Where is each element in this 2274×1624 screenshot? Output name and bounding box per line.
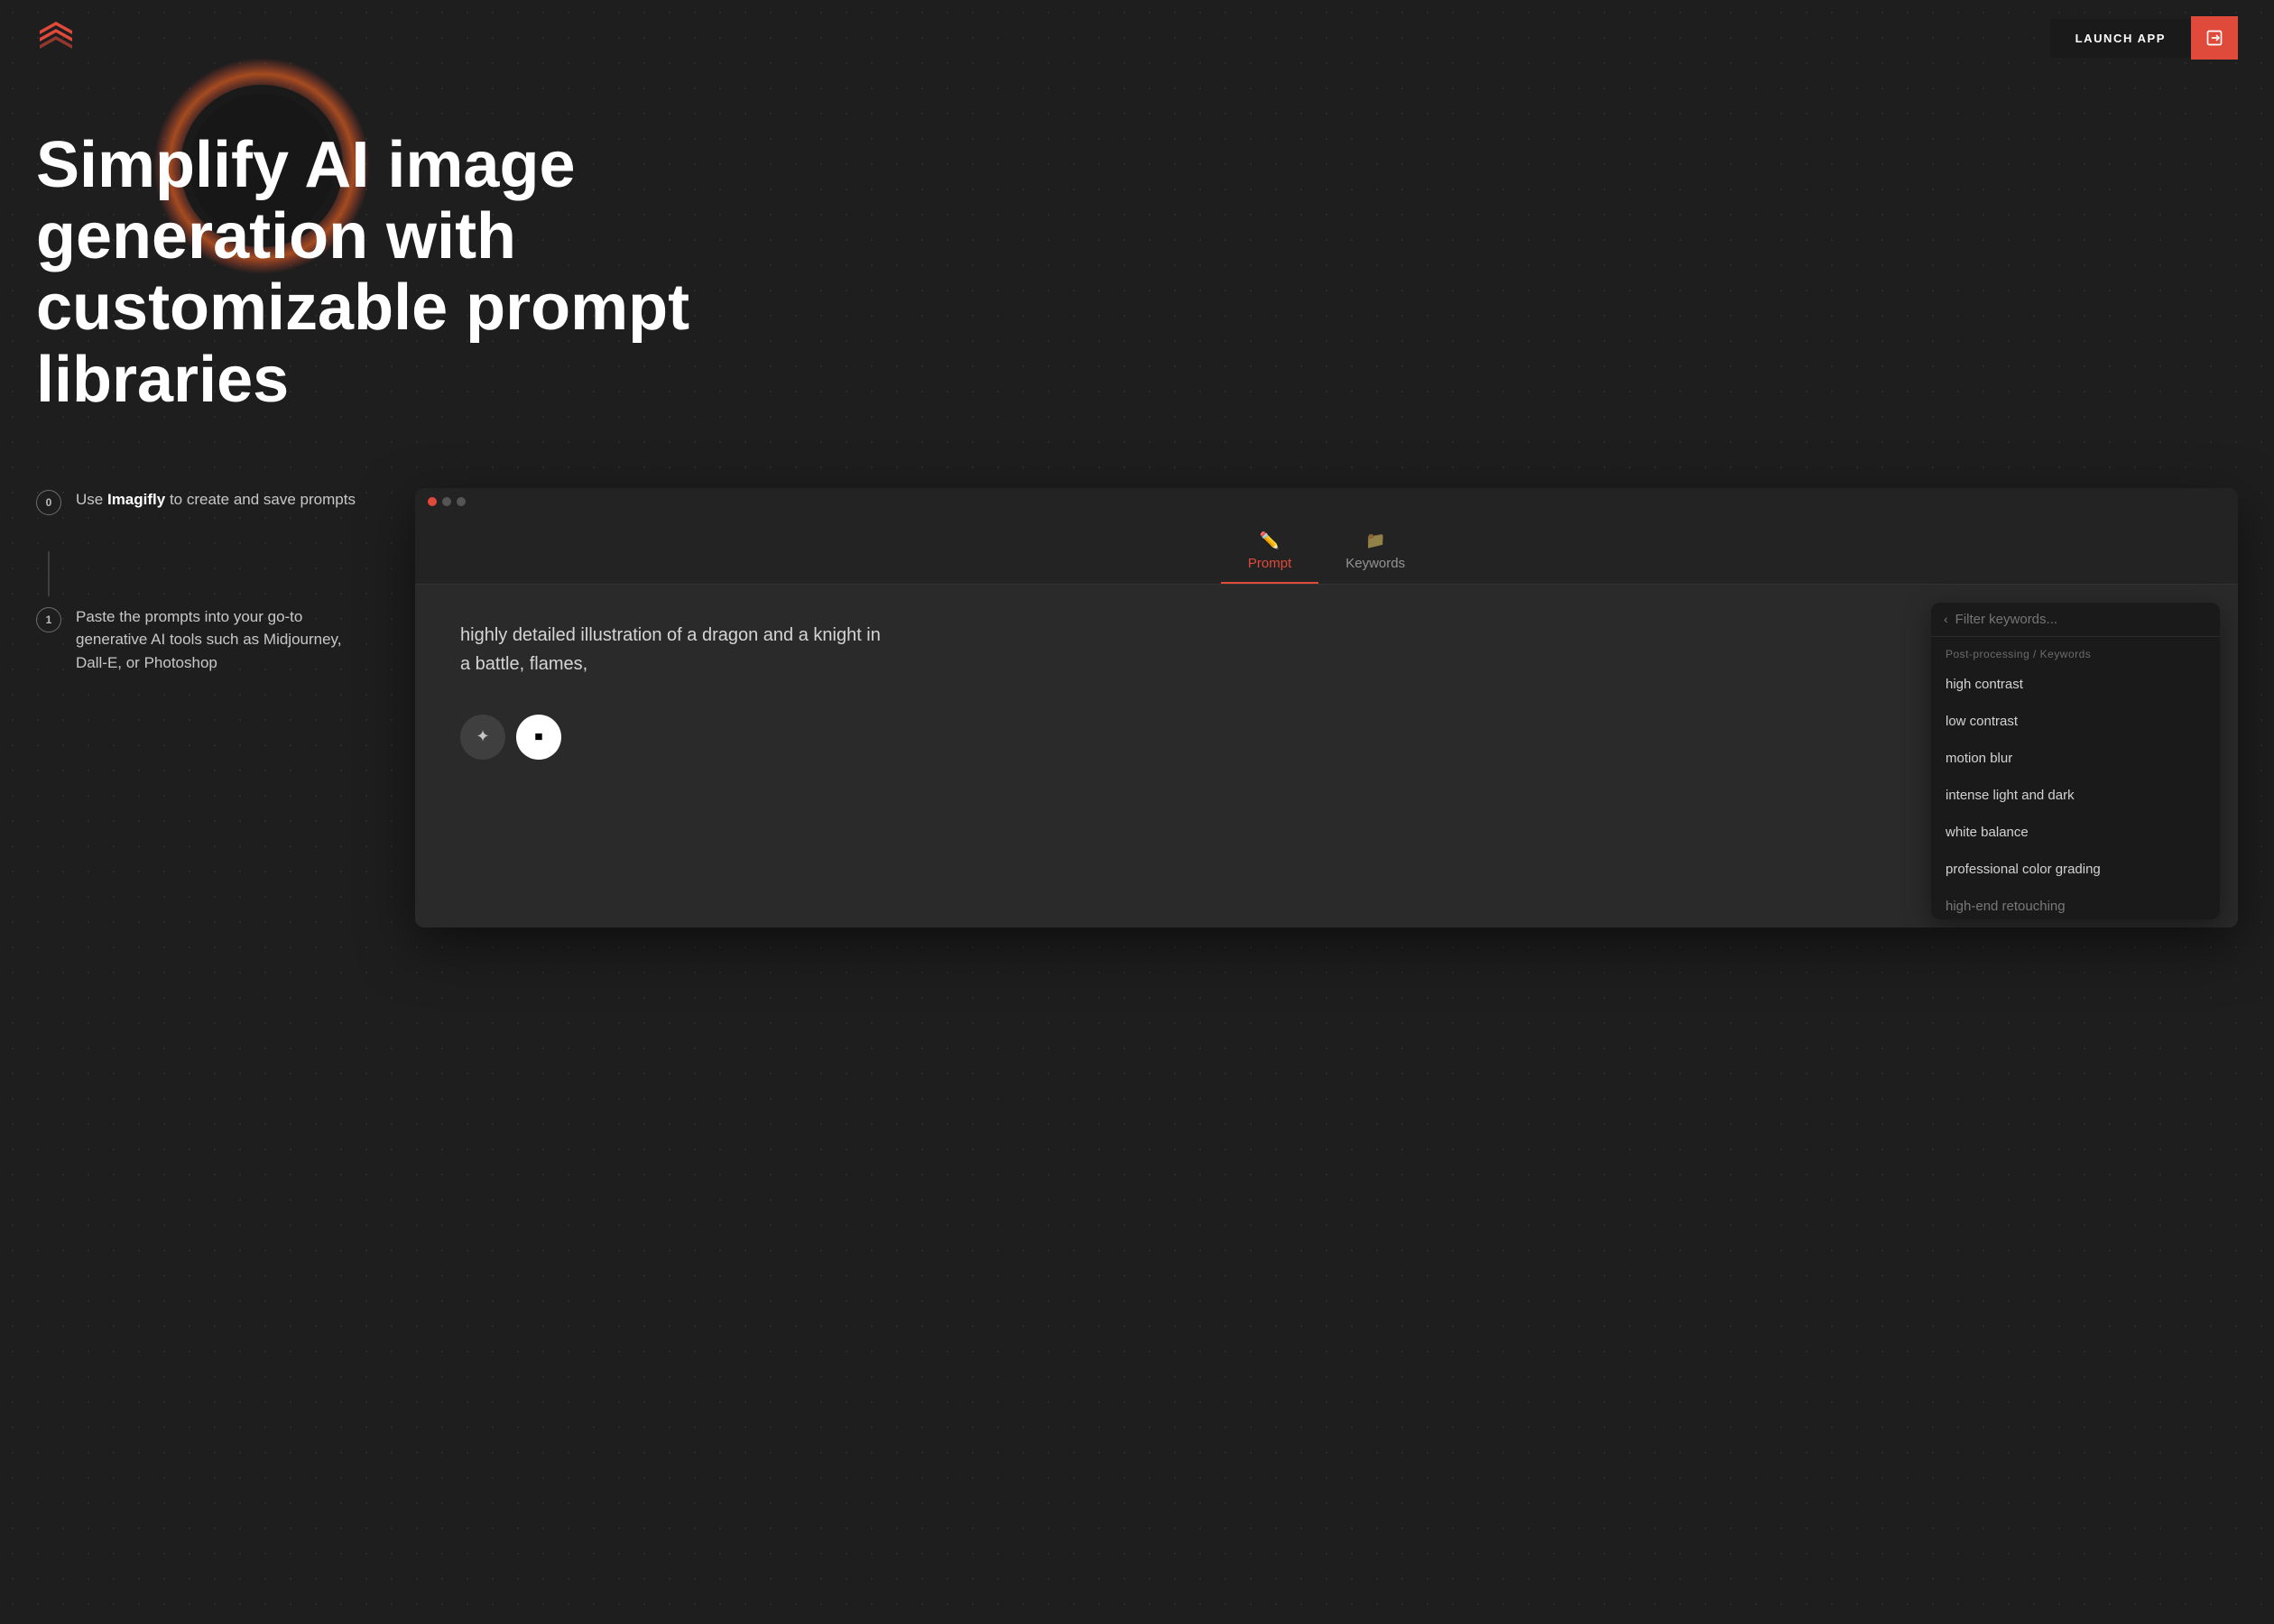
keywords-dropdown: ‹ Post-processing / Keywords high contra… <box>1931 603 2220 919</box>
tab-prompt-label: Prompt <box>1248 556 1291 571</box>
filter-keywords-input[interactable] <box>1955 612 2207 627</box>
dropdown-search-bar: ‹ <box>1931 603 2220 637</box>
keyword-motion-blur[interactable]: motion blur <box>1931 740 2220 777</box>
prompt-tab-icon: ✏️ <box>1260 531 1280 550</box>
window-tabs: ✏️ Prompt 📁 Keywords <box>415 515 2238 585</box>
nav-right: LAUNCH APP <box>2050 16 2238 60</box>
window-titlebar <box>415 488 2238 515</box>
keyword-intense-light[interactable]: intense light and dark <box>1931 777 2220 814</box>
keyword-retouching[interactable]: high-end retouching <box>1931 888 2220 919</box>
chevron-left-icon: ‹ <box>1944 612 1948 626</box>
keyword-high-contrast[interactable]: high contrast <box>1931 666 2220 703</box>
hero-title: Simplify AI image generation with custom… <box>36 94 848 416</box>
step-badge-1: 1 <box>36 607 61 632</box>
keyword-white-balance[interactable]: white balance <box>1931 814 2220 851</box>
step-item-1: 1 Paste the prompts into your go-to gene… <box>36 605 361 675</box>
window-dot-green <box>457 497 466 506</box>
tab-keywords-label: Keywords <box>1345 556 1405 571</box>
keywords-tab-icon: 📁 <box>1365 531 1385 550</box>
steps-list: 0 Use Imagifly to create and save prompt… <box>36 488 361 711</box>
navbar: LAUNCH APP <box>0 0 2274 76</box>
step-text-0: Use Imagifly to create and save prompts <box>76 488 356 512</box>
step-text-1: Paste the prompts into your go-to genera… <box>76 605 361 675</box>
logo-icon <box>36 18 76 58</box>
tab-keywords[interactable]: 📁 Keywords <box>1318 524 1432 584</box>
hero-section: Simplify AI image generation with custom… <box>0 76 2274 470</box>
step-badge-0: 0 <box>36 490 61 515</box>
tab-prompt[interactable]: ✏️ Prompt <box>1221 524 1318 584</box>
brand-name: Imagifly <box>107 491 165 508</box>
steps-and-demo: 0 Use Imagifly to create and save prompt… <box>0 470 2274 927</box>
launch-app-icon-button[interactable] <box>2191 16 2238 60</box>
window-content: highly detailed illustration of a dragon… <box>415 585 2238 927</box>
login-icon <box>2205 29 2223 47</box>
stop-button[interactable]: ⏹ <box>516 715 561 760</box>
keywords-section-label: Post-processing / Keywords <box>1931 637 2220 666</box>
step-item-0: 0 Use Imagifly to create and save prompt… <box>36 488 361 515</box>
launch-app-button[interactable]: LAUNCH APP <box>2050 19 2191 58</box>
prompt-text: highly detailed illustration of a dragon… <box>460 621 893 678</box>
keyword-color-grading[interactable]: professional color grading <box>1931 851 2220 888</box>
window-dot-red <box>428 497 437 506</box>
magic-button[interactable]: ✦ <box>460 715 505 760</box>
window-dot-yellow <box>442 497 451 506</box>
app-window: ✏️ Prompt 📁 Keywords highly detailed ill… <box>415 488 2238 927</box>
logo <box>36 18 76 58</box>
step-connector <box>48 551 50 596</box>
keyword-low-contrast[interactable]: low contrast <box>1931 703 2220 740</box>
